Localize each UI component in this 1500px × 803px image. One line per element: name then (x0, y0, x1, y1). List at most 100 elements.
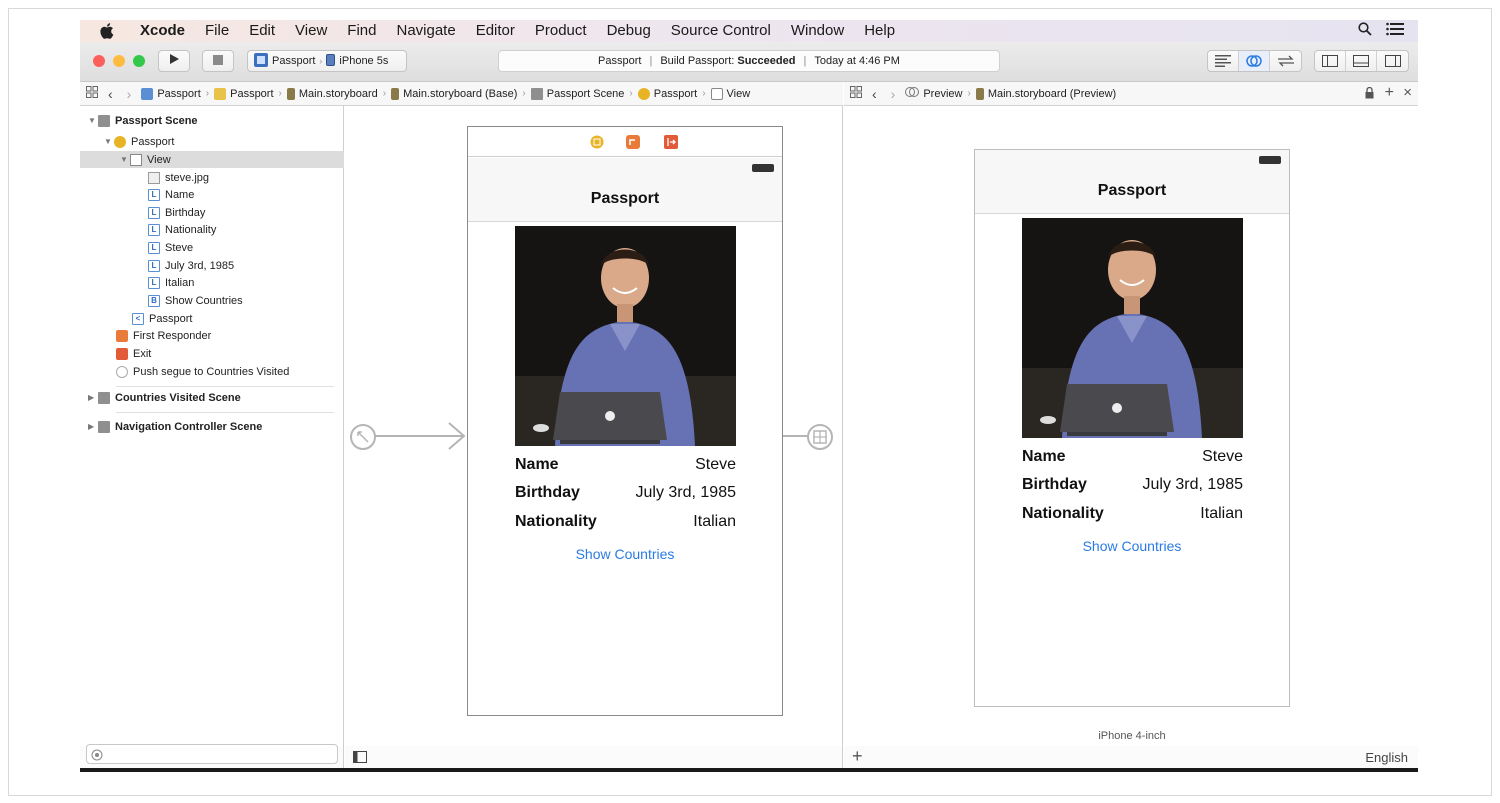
menu-app[interactable]: Xcode (128, 20, 195, 42)
exit-icon[interactable] (664, 135, 678, 154)
profile-photo[interactable] (515, 226, 736, 446)
standard-editor-icon[interactable] (1208, 51, 1239, 71)
toggle-navigator-icon[interactable] (1315, 51, 1346, 71)
storyboard-canvas[interactable]: Passport Name Steve Birthday July 3rd, 1… (345, 106, 843, 746)
spotlight-search-icon[interactable] (1358, 22, 1372, 40)
add-device-icon[interactable]: + (852, 746, 863, 767)
crumb-view-controller[interactable]: Passport (637, 87, 697, 100)
outline-row-nav-controller-scene[interactable]: ▶ Navigation Controller Scene (80, 418, 344, 435)
outline-row-countries-scene[interactable]: ▶ Countries Visited Scene (80, 389, 344, 406)
related-items-icon[interactable] (850, 86, 862, 101)
disclosure-open-icon[interactable]: ▼ (104, 137, 114, 146)
first-responder-icon[interactable] (626, 135, 640, 154)
toggle-utilities-icon[interactable] (1377, 51, 1408, 71)
button-icon: B (148, 294, 160, 307)
crumb-group[interactable]: Passport (214, 87, 274, 100)
outline-row-label[interactable]: L July 3rd, 1985 (80, 257, 344, 274)
version-editor-icon[interactable] (1270, 51, 1301, 71)
birthday-value-label[interactable]: July 3rd, 1985 (635, 484, 736, 502)
outline-row-label[interactable]: L Name (80, 186, 344, 203)
jump-bar-assistant: ‹ › Preview › Main.storyboard (Preview) … (844, 82, 1418, 106)
crumb-storyboard-base[interactable]: Main.storyboard (Base) (391, 87, 517, 100)
outline-row-passport-scene[interactable]: ▼ Passport Scene (80, 112, 344, 129)
forward-arrow-icon[interactable]: › (891, 86, 896, 102)
apple-icon[interactable] (100, 23, 118, 39)
menu-debug[interactable]: Debug (597, 20, 661, 42)
disclosure-closed-icon[interactable]: ▶ (88, 393, 98, 402)
label-icon: L (148, 259, 160, 272)
crumb-storyboard-preview[interactable]: Main.storyboard (Preview) (975, 87, 1116, 100)
menu-view[interactable]: View (285, 20, 337, 42)
outline-row-exit[interactable]: Exit (80, 345, 344, 362)
lock-icon[interactable] (1365, 86, 1374, 102)
outline-row-label[interactable]: L Nationality (80, 221, 344, 238)
nationality-key-label[interactable]: Nationality (515, 513, 597, 531)
preview-show-countries-button: Show Countries (1082, 538, 1182, 554)
disclosure-open-icon[interactable]: ▼ (88, 116, 98, 125)
toggle-debug-area-icon[interactable] (1346, 51, 1377, 71)
disclosure-closed-icon[interactable]: ▶ (88, 422, 98, 431)
outline-row-label[interactable]: L Italian (80, 274, 344, 291)
status-build: Build Passport: Succeeded (660, 55, 795, 67)
outline-filter-field[interactable] (86, 744, 338, 764)
outline-row-button[interactable]: B Show Countries (80, 292, 344, 309)
outline-row-segue[interactable]: Push segue to Countries Visited (80, 363, 344, 380)
hide-outline-icon[interactable] (353, 750, 367, 768)
menu-navigate[interactable]: Navigate (386, 20, 465, 42)
outline-row-view[interactable]: ▼ View (80, 151, 344, 168)
close-assistant-icon[interactable]: × (1403, 84, 1412, 101)
crumb-scene[interactable]: Passport Scene (530, 87, 624, 100)
outline-label: First Responder (133, 329, 212, 342)
menu-window[interactable]: Window (781, 20, 854, 42)
preview-language[interactable]: English (1365, 750, 1408, 765)
outline-row-navigation-item[interactable]: < Passport (80, 310, 344, 327)
preview-device-label[interactable]: iPhone 4-inch (974, 730, 1290, 742)
nationality-value-label[interactable]: Italian (693, 513, 736, 531)
crumb-project[interactable]: Passport (141, 87, 201, 100)
outline-row-label[interactable]: L Birthday (80, 204, 344, 221)
forward-arrow-icon[interactable]: › (127, 86, 132, 102)
menu-find[interactable]: Find (337, 20, 386, 42)
back-arrow-icon[interactable]: ‹ (872, 86, 877, 102)
preview-nav-title: Passport (1097, 182, 1167, 199)
passport-scene[interactable]: Passport Name Steve Birthday July 3rd, 1… (467, 126, 783, 716)
menu-editor[interactable]: Editor (466, 20, 525, 42)
app-target-icon (254, 52, 268, 70)
run-button[interactable] (158, 50, 190, 72)
push-segue-icon[interactable] (806, 423, 834, 456)
stop-button[interactable] (202, 50, 234, 72)
menu-edit[interactable]: Edit (239, 20, 285, 42)
outline-row-passport-vc[interactable]: ▼ Passport (80, 133, 344, 150)
name-value-label[interactable]: Steve (695, 456, 736, 474)
outline-row-image[interactable]: steve.jpg (80, 169, 344, 186)
menu-source-control[interactable]: Source Control (661, 20, 781, 42)
disclosure-open-icon[interactable]: ▼ (120, 155, 130, 164)
preview-nationality-key: Nationality (1022, 505, 1104, 522)
folder-icon (214, 87, 227, 100)
back-arrow-icon[interactable]: ‹ (108, 86, 113, 102)
notification-center-icon[interactable] (1386, 22, 1404, 40)
close-window-button[interactable] (93, 55, 105, 67)
related-items-icon[interactable] (86, 86, 98, 101)
menu-help[interactable]: Help (854, 20, 905, 42)
scheme-selector[interactable]: Passport › iPhone 5s (247, 50, 407, 72)
relationship-segue-icon[interactable] (349, 423, 377, 456)
crumb-view[interactable]: View (710, 87, 750, 100)
zoom-window-button[interactable] (133, 55, 145, 67)
assistant-editor-icon[interactable] (1239, 51, 1270, 71)
menu-product[interactable]: Product (525, 20, 597, 42)
status-build-prefix: Build Passport: (660, 55, 735, 67)
outline-row-first-responder[interactable]: First Responder (80, 327, 344, 344)
chevron-right-icon: › (629, 88, 633, 99)
crumb-storyboard[interactable]: Main.storyboard (286, 87, 378, 100)
menu-file[interactable]: File (195, 20, 239, 42)
minimize-window-button[interactable] (113, 55, 125, 67)
name-key-label[interactable]: Name (515, 456, 559, 474)
show-countries-button[interactable]: Show Countries (468, 546, 782, 562)
preview-nationality-value: Italian (1200, 505, 1243, 522)
view-controller-icon[interactable] (590, 135, 604, 154)
birthday-key-label[interactable]: Birthday (515, 484, 580, 502)
crumb-preview[interactable]: Preview (905, 86, 962, 101)
outline-row-label[interactable]: L Steve (80, 239, 344, 256)
add-assistant-icon[interactable]: + (1385, 84, 1394, 102)
